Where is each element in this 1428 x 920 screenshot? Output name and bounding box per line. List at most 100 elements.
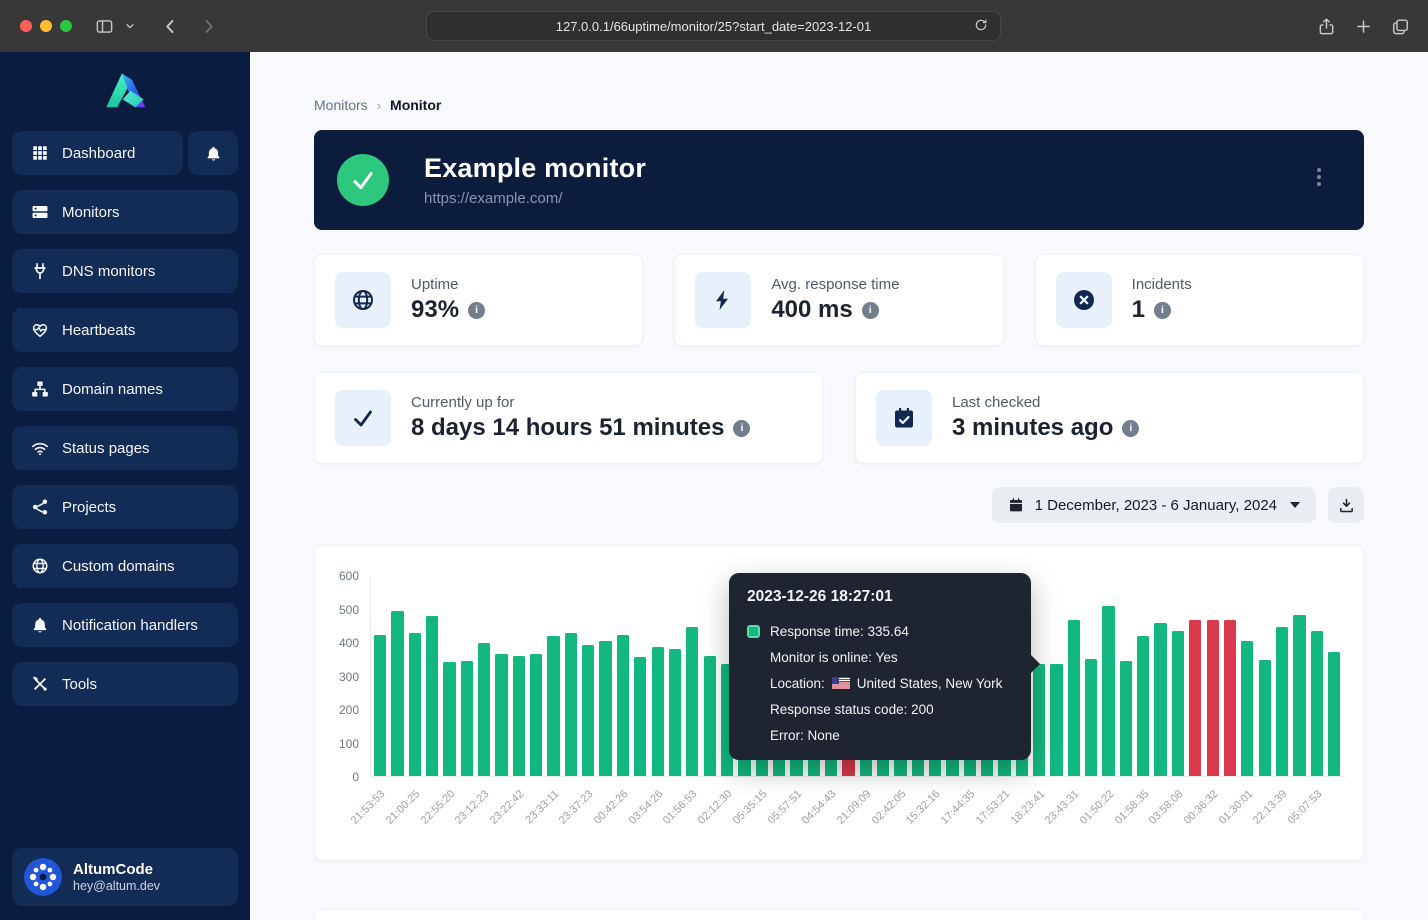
chart-bar[interactable] [478, 643, 490, 776]
browser-chrome: 127.0.0.1/66uptime/monitor/25?start_date… [0, 0, 1428, 52]
stat-card-uptime: Uptime 93% [314, 254, 643, 346]
info-icon[interactable] [468, 302, 485, 319]
chart-bar[interactable] [1137, 636, 1149, 776]
chart-bar[interactable] [1102, 606, 1114, 776]
y-tick-label: 500 [315, 603, 359, 617]
user-name: AltumCode [73, 861, 160, 880]
sidebar-item-heartbeats[interactable]: Heartbeats [12, 308, 238, 352]
chart-bar[interactable] [495, 654, 507, 776]
chart-bar[interactable] [426, 616, 438, 776]
x-tick-label: 01:50:22 [1078, 788, 1117, 827]
chart-bar[interactable] [409, 633, 421, 776]
notifications-button[interactable] [188, 131, 238, 175]
chart-bar[interactable] [1259, 660, 1271, 776]
tooltip-title: 2023-12-26 18:27:01 [747, 588, 1013, 606]
chart-bar[interactable] [652, 647, 664, 776]
chart-bar[interactable] [1085, 659, 1097, 776]
info-icon[interactable] [862, 302, 879, 319]
monitor-header-card: Example monitor https://example.com/ [314, 130, 1364, 230]
chart-bar[interactable] [443, 662, 455, 776]
sidebar-item-dashboard[interactable]: Dashboard [12, 131, 183, 175]
chart-bar[interactable] [617, 635, 629, 776]
chart-bar[interactable] [1033, 664, 1045, 776]
sidebar-item-notification-handlers[interactable]: Notification handlers [12, 603, 238, 647]
server-icon [30, 203, 49, 222]
chart-bar[interactable] [1293, 615, 1305, 776]
sidebar-item-status-pages[interactable]: Status pages [12, 426, 238, 470]
chart-bar[interactable] [1172, 631, 1184, 776]
chart-bar[interactable] [686, 627, 698, 776]
chart-bar[interactable] [547, 636, 559, 776]
chart-bar[interactable] [704, 656, 716, 776]
x-tick-label: 23:43:31 [1043, 788, 1082, 827]
heart-pulse-icon [30, 321, 49, 340]
chart-bar[interactable] [582, 645, 594, 776]
reload-icon[interactable] [973, 17, 991, 35]
chart-bar[interactable] [1241, 641, 1253, 776]
caret-down-icon [1290, 502, 1300, 508]
chevron-down-icon[interactable] [122, 14, 138, 38]
sidebar-item-tools[interactable]: Tools [12, 662, 238, 706]
x-tick-label: 22:13:39 [1251, 788, 1290, 827]
chart-bar[interactable] [1207, 620, 1219, 776]
sidebar-item-dns-monitors[interactable]: DNS monitors [12, 249, 238, 293]
sidebar-item-label: Monitors [62, 204, 120, 221]
back-button[interactable] [158, 14, 182, 38]
chart-bar[interactable] [634, 657, 646, 776]
window-minimize-button[interactable] [40, 20, 52, 32]
y-tick-label: 100 [315, 737, 359, 751]
stat-value: 8 days 14 hours 51 minutes [411, 414, 724, 442]
chart-bar[interactable] [530, 654, 542, 776]
chart-bar[interactable] [1328, 652, 1340, 776]
chart-bar[interactable] [374, 635, 386, 776]
chart-bar[interactable] [391, 611, 403, 776]
sidebar-item-custom-domains[interactable]: Custom domains [12, 544, 238, 588]
x-tick-label: 05:07:53 [1286, 788, 1325, 827]
stats-row: Uptime 93% Avg. response time 400 ms Inc… [314, 254, 1364, 346]
window-fullscreen-button[interactable] [60, 20, 72, 32]
info-icon[interactable] [1122, 420, 1139, 437]
series-marker-icon [747, 625, 760, 638]
x-tick-label: 00:42:26 [592, 788, 631, 827]
sidebar-item-projects[interactable]: Projects [12, 485, 238, 529]
info-icon[interactable] [733, 420, 750, 437]
chart-bar[interactable] [1154, 623, 1166, 776]
url-text: 127.0.0.1/66uptime/monitor/25?start_date… [556, 19, 871, 34]
x-tick-label: 05:35:15 [731, 788, 770, 827]
stat-value: 1 [1132, 296, 1145, 324]
download-button[interactable] [1328, 487, 1364, 523]
sidebar-item-domain-names[interactable]: Domain names [12, 367, 238, 411]
info-icon[interactable] [1154, 302, 1171, 319]
url-bar[interactable]: 127.0.0.1/66uptime/monitor/25?start_date… [426, 11, 1001, 41]
chart-bar[interactable] [599, 641, 611, 776]
monitor-url: https://example.com/ [424, 190, 646, 207]
y-tick-label: 300 [315, 670, 359, 684]
monitor-menu-button[interactable] [1312, 168, 1326, 186]
chart-bar[interactable] [1311, 631, 1323, 776]
sidebar-toggle-icon[interactable] [92, 14, 116, 38]
sidebar-item-monitors[interactable]: Monitors [12, 190, 238, 234]
chart-bar[interactable] [461, 661, 473, 776]
chart-bar[interactable] [669, 649, 681, 776]
user-card[interactable]: AltumCode hey@altum.dev [12, 848, 238, 906]
calendar-icon [1008, 497, 1024, 513]
chart-bar[interactable] [1189, 620, 1201, 776]
chart-bar[interactable] [1050, 664, 1062, 776]
x-tick-label: 23:12:23 [453, 788, 492, 827]
next-section-card [314, 909, 1364, 920]
chart-bar[interactable] [1224, 620, 1236, 776]
breadcrumb-parent-link[interactable]: Monitors [314, 97, 368, 113]
chart-bar[interactable] [1120, 661, 1132, 776]
chart-bar[interactable] [565, 633, 577, 776]
chart-bar[interactable] [1276, 627, 1288, 776]
new-tab-button[interactable] [1351, 14, 1375, 38]
window-close-button[interactable] [20, 20, 32, 32]
sitemap-icon [30, 380, 49, 399]
chart-tooltip: 2023-12-26 18:27:01 Response time: 335.6… [729, 573, 1031, 760]
date-range-picker[interactable]: 1 December, 2023 - 6 January, 2024 [992, 487, 1316, 523]
chart-bar[interactable] [513, 656, 525, 776]
chart-bar[interactable] [1068, 620, 1080, 776]
tooltip-row: Response status code: 200 [747, 696, 1013, 722]
tab-overview-icon[interactable] [1388, 14, 1412, 38]
share-icon[interactable] [1314, 14, 1338, 38]
